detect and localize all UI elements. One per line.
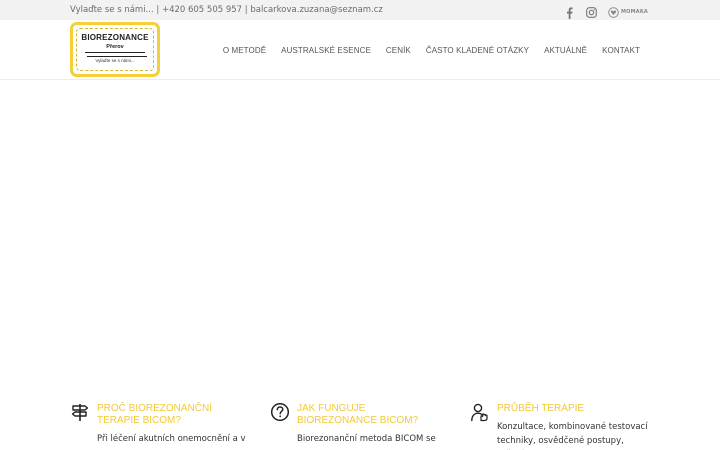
momaka-label: MOMAKA [620,9,648,15]
nav-cenik[interactable]: CENÍK [386,46,411,55]
instagram-icon[interactable] [586,7,598,19]
contact-info: Vylaďte se s námi... | +420 605 505 957 … [70,5,383,15]
main-nav: O METODĚ AUSTRALSKÉ ESENCE CENÍK ČASTO K… [223,46,640,55]
site-logo[interactable]: BIOREZONANCE Přerov Vylaďte se s námi... [70,22,160,77]
feature-title: PRŮBĚH TERAPIE [497,403,585,414]
nav-caste-otazky[interactable]: ČASTO KLADENÉ OTÁZKY [426,46,529,55]
logo-title: BIOREZONANCE [81,33,149,42]
user-handshake-icon [470,402,490,422]
logo-arrow-line [85,52,145,53]
signpost-icon [70,402,90,422]
nav-kontakt[interactable]: KONTAKT [602,46,640,55]
feature-title: JAK FUNGUJE BIOREZONANCE BICOM? [297,403,419,426]
site-header: BIOREZONANCE Přerov Vylaďte se s námi...… [0,20,720,80]
logo-city: Přerov [106,44,124,50]
nav-aktualne[interactable]: AKTUÁLNĚ [544,46,587,55]
feature-text: Biorezonanční metoda BICOM se [297,434,436,444]
facebook-icon[interactable] [564,6,576,19]
nav-australske-esence[interactable]: AUSTRALSKÉ ESENCE [281,46,371,55]
question-icon [270,402,290,422]
logo-slogan: Vylaďte se s námi... [95,58,135,63]
hero-area [0,81,720,381]
feature-title: PROČ BIOREZONANČNÍ TERAPIE BICOM? [97,403,213,426]
feature-text: Při léčení akutních onemocnění a v [97,434,246,444]
top-bar: Vylaďte se s námi... | +420 605 505 957 … [0,0,720,20]
feature-text: Konzultace, kombinované testovací techni… [497,422,648,446]
logo-arrow-line [87,56,147,57]
nav-o-metode[interactable]: O METODĚ [223,46,266,55]
